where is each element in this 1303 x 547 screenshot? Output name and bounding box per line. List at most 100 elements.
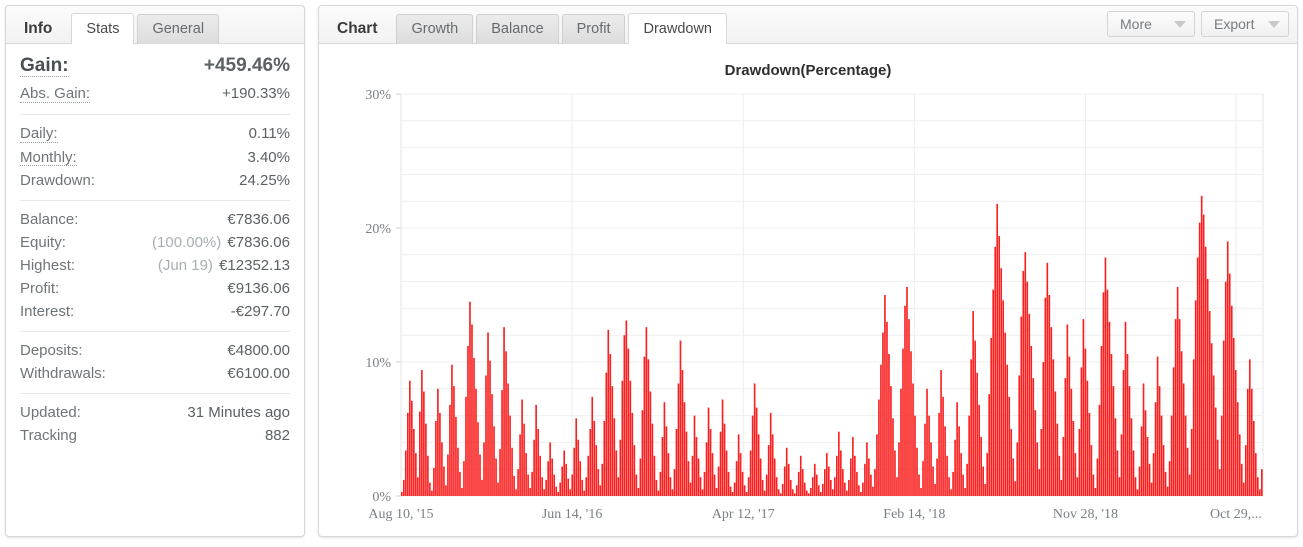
bar bbox=[799, 455, 802, 496]
bar bbox=[479, 454, 481, 496]
bar bbox=[571, 474, 574, 496]
tab-balance[interactable]: Balance bbox=[476, 14, 559, 44]
bar bbox=[641, 410, 644, 496]
stat-row-withdrawals: Withdrawals: €6100.00 bbox=[20, 362, 290, 385]
bar bbox=[854, 455, 856, 496]
stat-label[interactable]: Abs. Gain: bbox=[20, 86, 91, 103]
stat-label[interactable]: Daily: bbox=[20, 125, 58, 143]
bar bbox=[864, 463, 866, 496]
bar bbox=[1116, 450, 1119, 496]
drawdown-plot[interactable]: 0% 10% 20% 30% Aug 10, '15 Jun 14, '16 Apr 12,… bbox=[319, 44, 1297, 536]
tab-stats[interactable]: Stats bbox=[71, 13, 135, 44]
bar bbox=[1154, 402, 1157, 496]
export-button[interactable]: Export bbox=[1201, 11, 1289, 37]
bar bbox=[860, 491, 862, 496]
bar bbox=[613, 418, 616, 496]
bar bbox=[1064, 378, 1067, 496]
bar bbox=[809, 487, 812, 496]
bar bbox=[689, 482, 692, 496]
bar bbox=[896, 477, 898, 496]
bar bbox=[944, 426, 946, 496]
bar bbox=[615, 450, 618, 496]
bar bbox=[880, 364, 882, 496]
bar bbox=[996, 203, 999, 496]
y-axis-tick-label: 10% bbox=[365, 356, 391, 371]
bar bbox=[956, 402, 958, 496]
bar bbox=[493, 426, 495, 496]
bar bbox=[1056, 423, 1059, 496]
bar bbox=[1200, 195, 1203, 496]
tab-drawdown[interactable]: Drawdown bbox=[628, 13, 727, 44]
stats-panel-tabstrip: Info Stats General bbox=[6, 6, 304, 44]
stat-row-equity: Equity: (100.00%) €7836.06 bbox=[20, 231, 290, 254]
bar bbox=[585, 477, 588, 496]
bar bbox=[709, 429, 712, 496]
bar bbox=[441, 442, 443, 496]
tab-general[interactable]: General bbox=[137, 14, 220, 44]
bar bbox=[1216, 439, 1219, 496]
bar bbox=[1162, 445, 1165, 496]
x-axis-tick-label: Jun 14, '16 bbox=[542, 507, 602, 522]
bar bbox=[1048, 295, 1051, 496]
bar bbox=[495, 458, 497, 496]
stat-group: Daily: 0.11% Monthly: 3.40% Drawdown: 24.25% bbox=[20, 115, 290, 202]
bar bbox=[645, 327, 648, 496]
bar bbox=[1144, 410, 1147, 496]
button-label: More bbox=[1120, 16, 1152, 32]
more-button[interactable]: More bbox=[1107, 11, 1195, 37]
plot-background bbox=[400, 93, 1264, 497]
bar bbox=[705, 442, 708, 496]
bar bbox=[966, 463, 968, 496]
bar bbox=[603, 420, 606, 496]
stat-label: Updated: bbox=[20, 404, 81, 422]
stat-group: Balance: €7836.06 Equity: (100.00%) €7836.0… bbox=[20, 201, 290, 333]
bar bbox=[685, 431, 688, 496]
bar bbox=[980, 437, 982, 496]
bar bbox=[597, 469, 600, 496]
bar bbox=[501, 390, 503, 496]
bar bbox=[1092, 474, 1095, 496]
bar bbox=[1036, 442, 1039, 496]
bar bbox=[813, 463, 816, 496]
stat-value: €6100.00 bbox=[227, 365, 290, 383]
x-axis-tick-label: Apr 12, '17 bbox=[712, 507, 775, 522]
bar bbox=[753, 383, 756, 496]
bar bbox=[445, 485, 447, 496]
bar bbox=[559, 482, 562, 496]
stat-value: 882 bbox=[264, 427, 290, 445]
bar bbox=[421, 370, 423, 496]
stat-group: Deposits: €4800.00 Withdrawals: €6100.00 bbox=[20, 332, 290, 395]
bar bbox=[517, 469, 519, 496]
bar bbox=[1206, 278, 1209, 496]
bar bbox=[633, 445, 636, 496]
stat-label[interactable]: Gain: bbox=[20, 56, 69, 77]
bar bbox=[1068, 356, 1071, 496]
bar bbox=[589, 429, 592, 496]
bar bbox=[1220, 415, 1223, 496]
bar bbox=[1112, 386, 1115, 496]
bar bbox=[960, 453, 962, 496]
bar bbox=[848, 479, 850, 496]
bar bbox=[657, 490, 660, 496]
bar bbox=[659, 471, 662, 496]
bar bbox=[1190, 429, 1193, 496]
stat-row-updated: Updated: 31 Minutes ago bbox=[20, 401, 290, 424]
stat-value: €4800.00 bbox=[227, 342, 290, 360]
bar bbox=[553, 474, 555, 496]
tab-profit[interactable]: Profit bbox=[561, 14, 626, 44]
bar bbox=[856, 471, 858, 496]
bar bbox=[1254, 453, 1257, 496]
bar bbox=[1236, 402, 1239, 496]
bar bbox=[1086, 380, 1089, 496]
stat-row-deposits: Deposits: €4800.00 bbox=[20, 339, 290, 362]
bar bbox=[838, 431, 840, 496]
bar bbox=[587, 455, 590, 496]
tab-growth[interactable]: Growth bbox=[396, 14, 474, 44]
stat-label[interactable]: Monthly: bbox=[20, 149, 77, 167]
stat-group: Updated: 31 Minutes ago Tracking 882 bbox=[20, 394, 290, 455]
bar bbox=[471, 324, 473, 496]
bar bbox=[665, 426, 668, 496]
bar bbox=[811, 477, 814, 496]
bar bbox=[1010, 429, 1013, 496]
bar bbox=[1078, 429, 1081, 496]
